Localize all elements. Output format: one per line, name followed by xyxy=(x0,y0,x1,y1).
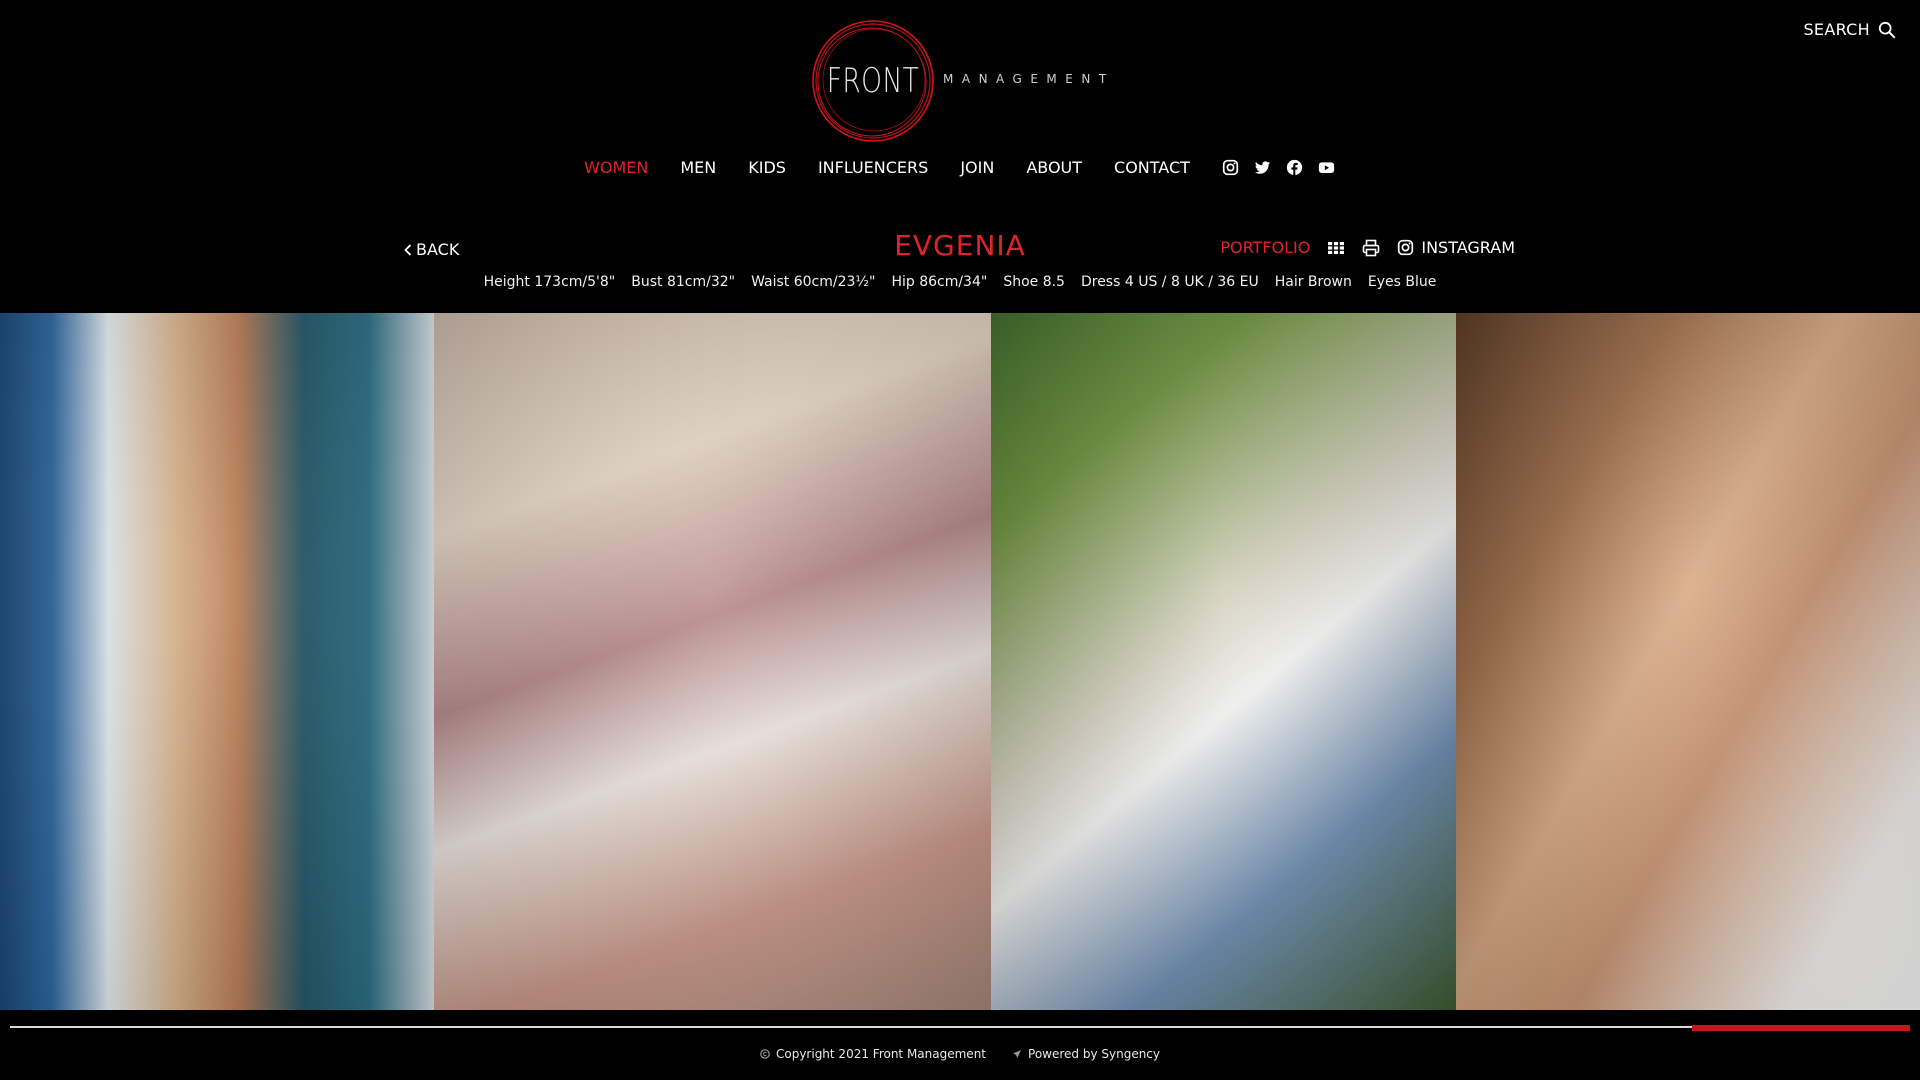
stat-dress: Dress 4 US / 8 UK / 36 EU xyxy=(1080,274,1259,290)
front-management-logo[interactable]: FRONT MANAGEMENT xyxy=(810,18,1120,144)
nav-contact[interactable]: CONTACT xyxy=(1114,158,1190,177)
portfolio-gallery[interactable] xyxy=(0,313,1920,1010)
grid-view-icon[interactable] xyxy=(1327,239,1345,257)
instagram-label: INSTAGRAM xyxy=(1421,238,1515,257)
rocket-icon xyxy=(1013,1050,1022,1058)
main-nav: WOMEN MEN KIDS INFLUENCERS JOIN ABOUT CO… xyxy=(0,158,1920,177)
model-name: EVGENIA xyxy=(894,229,1026,262)
nav-men[interactable]: MEN xyxy=(680,158,716,177)
model-measurements: Height 173cm/5'8" Bust 81cm/32" Waist 60… xyxy=(0,274,1920,290)
instagram-icon[interactable] xyxy=(1222,159,1240,177)
scrollbar-track xyxy=(10,1026,1910,1028)
nav-influencers[interactable]: INFLUENCERS xyxy=(818,158,928,177)
scrollbar-thumb[interactable] xyxy=(1691,1025,1910,1031)
model-tools: PORTFOLIO INSTAGRAM xyxy=(1220,238,1515,257)
youtube-icon[interactable] xyxy=(1318,159,1336,177)
stat-hair: Hair Brown xyxy=(1274,274,1352,290)
powered-text: Powered by Syngency xyxy=(1028,1047,1161,1061)
photo-blue-swimsuit[interactable] xyxy=(0,313,434,1010)
photo-cafe-coconut[interactable] xyxy=(434,313,991,1010)
search-icon xyxy=(1878,21,1896,38)
twitter-icon[interactable] xyxy=(1254,159,1272,177)
powered-by-link[interactable]: Powered by Syngency xyxy=(1012,1047,1160,1061)
stat-bust: Bust 81cm/32" xyxy=(631,274,736,290)
stat-height: Height 173cm/5'8" xyxy=(483,274,616,290)
print-icon[interactable] xyxy=(1362,239,1380,257)
stat-shoe: Shoe 8.5 xyxy=(1003,274,1065,290)
search-label: SEARCH xyxy=(1803,20,1870,39)
photo-closeup-portrait[interactable] xyxy=(1456,313,1920,1010)
logo-word: FRONT xyxy=(826,61,920,101)
footer: Copyright 2021 Front Management Powered … xyxy=(0,1047,1920,1061)
facebook-icon[interactable] xyxy=(1286,159,1304,177)
nav-women[interactable]: WOMEN xyxy=(584,158,648,177)
logo-subtitle: MANAGEMENT xyxy=(943,72,1115,86)
social-links xyxy=(1222,159,1336,177)
stat-hip: Hip 86cm/34" xyxy=(891,274,988,290)
stat-eyes: Eyes Blue xyxy=(1367,274,1437,290)
gallery-scrollbar[interactable] xyxy=(10,1025,1910,1031)
instagram-icon xyxy=(1398,239,1414,256)
copyright-text: Copyright 2021 Front Management xyxy=(775,1047,987,1061)
nav-join[interactable]: JOIN xyxy=(960,158,994,177)
stat-waist: Waist 60cm/23½" xyxy=(751,274,876,290)
copyright: Copyright 2021 Front Management xyxy=(760,1047,986,1061)
photo-garden-white-tee[interactable] xyxy=(991,313,1456,1010)
portfolio-link[interactable]: PORTFOLIO xyxy=(1220,238,1310,257)
search-button[interactable]: SEARCH xyxy=(1803,20,1896,39)
nav-kids[interactable]: KIDS xyxy=(748,158,786,177)
copyright-icon xyxy=(760,1049,770,1059)
instagram-link[interactable]: INSTAGRAM xyxy=(1397,238,1515,257)
nav-about[interactable]: ABOUT xyxy=(1026,158,1082,177)
